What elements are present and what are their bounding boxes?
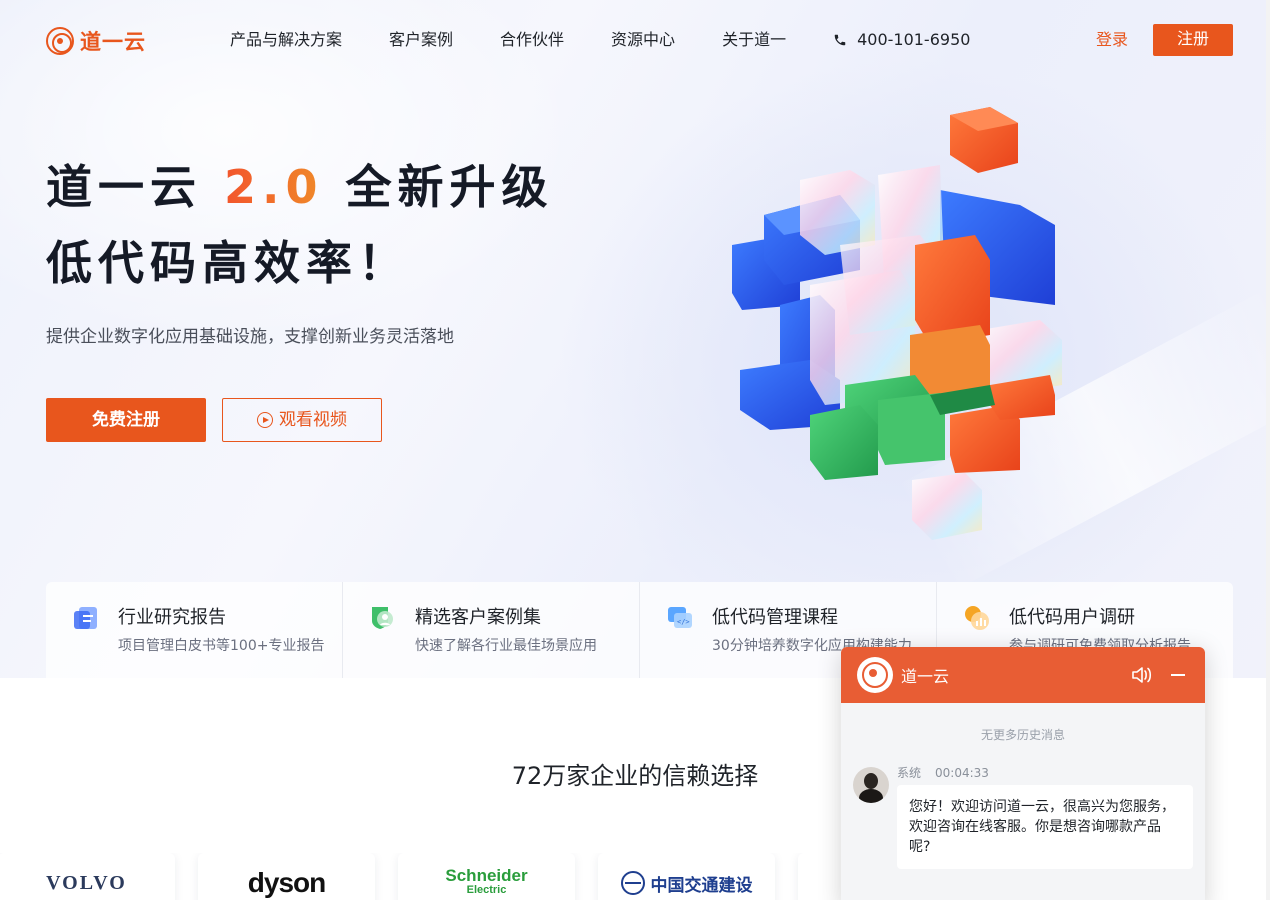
play-icon — [257, 412, 273, 428]
chat-message-meta: 系统 00:04:33 — [897, 764, 1003, 781]
logo-cccc-text: 中国交通建设 — [650, 875, 753, 896]
phone-icon — [834, 34, 846, 46]
top-header: 道一云 产品与解决方案 客户案例 合作伙伴 资源中心 关于道一 400-101-… — [0, 0, 1270, 80]
logo-volvo: VOLVO — [46, 871, 127, 894]
survey-icon — [965, 606, 989, 630]
chat-sender: 系统 — [897, 766, 922, 780]
feature-card-industry-report[interactable]: 行业研究报告 项目管理白皮书等100+专业报告 — [46, 582, 343, 678]
logo-cccc: 中国交通建设 — [620, 871, 753, 896]
feature-title: 低代码管理课程 — [712, 607, 838, 628]
course-icon: </> — [668, 607, 692, 628]
speaker-icon[interactable] — [1131, 665, 1153, 685]
feature-desc: 项目管理白皮书等100+专业报告 — [118, 638, 325, 654]
free-register-button[interactable]: 免费注册 — [46, 398, 206, 442]
nav-item-about[interactable]: 关于道一 — [722, 28, 786, 52]
chat-title: 道一云 — [901, 667, 950, 686]
nav-item-resources[interactable]: 资源中心 — [611, 28, 675, 52]
logo-dyson: dyson — [247, 867, 326, 898]
logo-schneider-sub: Electric — [466, 884, 507, 896]
nav-item-partners[interactable]: 合作伙伴 — [500, 28, 564, 52]
logo-card-volvo: VOLVO — [0, 853, 175, 900]
logo-card-schneider: Schneider Electric — [398, 853, 575, 900]
svg-text:</>: </> — [677, 618, 690, 626]
logo-text: 道一云 — [80, 31, 146, 54]
chat-message-bubble: 您好！欢迎访问道一云，很高兴为您服务，欢迎咨询在线客服。你是想咨询哪款产品呢? — [897, 785, 1193, 869]
cube-illustration — [732, 107, 1062, 540]
agent-avatar — [853, 767, 889, 803]
cccc-mark-icon — [620, 871, 645, 895]
hero-title-prefix: 道一云 — [46, 160, 225, 214]
page-scrollbar[interactable] — [1266, 0, 1270, 900]
logo-schneider-name: Schneider — [445, 866, 528, 885]
main-nav: 产品与解决方案 客户案例 合作伙伴 资源中心 关于道一 400-101-6950 — [230, 28, 970, 52]
nav-item-products[interactable]: 产品与解决方案 — [230, 28, 342, 52]
chat-history-hint: 无更多历史消息 — [980, 728, 1065, 742]
feature-card-customer-cases[interactable]: 精选客户案例集 快速了解各行业最佳场景应用 — [343, 582, 640, 678]
feature-title: 精选客户案例集 — [415, 607, 541, 628]
phone-number: 400-101-6950 — [857, 30, 971, 49]
logo-card-dyson: dyson — [198, 853, 375, 900]
feature-title: 低代码用户调研 — [1009, 607, 1135, 628]
chat-brand-avatar — [857, 657, 893, 693]
hero-title-version: 2.0 — [224, 160, 324, 214]
chat-widget: 道一云 无更多历史消息 系统 00:04:33 您好！欢迎访问道一云，很高兴为您服… — [841, 647, 1205, 900]
logo-card-cccc: 中国交通建设 — [598, 853, 775, 900]
hero-title-line2: 低代码高效率！ — [46, 236, 410, 290]
watch-video-label: 观看视频 — [279, 410, 347, 430]
logo-mark-icon — [46, 27, 74, 55]
minimize-icon[interactable] — [1169, 665, 1187, 685]
report-icon — [74, 607, 97, 629]
register-button[interactable]: 注册 — [1153, 24, 1233, 56]
login-link[interactable]: 登录 — [1096, 28, 1128, 52]
chat-header: 道一云 — [841, 647, 1205, 703]
brand-logo[interactable]: 道一云 — [46, 26, 146, 56]
hero-title: 道一云 2.0 全新升级 — [46, 150, 554, 224]
hero-subtitle: 提供企业数字化应用基础设施，支撑创新业务灵活落地 — [46, 327, 454, 347]
feature-title: 行业研究报告 — [118, 607, 226, 628]
nav-item-cases[interactable]: 客户案例 — [389, 28, 453, 52]
hero-section: 道一云 产品与解决方案 客户案例 合作伙伴 资源中心 关于道一 400-101-… — [0, 0, 1270, 678]
phone-contact[interactable]: 400-101-6950 — [833, 28, 970, 52]
cube-orange-top — [950, 107, 1018, 173]
chat-time: 00:04:33 — [935, 766, 989, 780]
logo-schneider: Schneider Electric — [445, 866, 528, 897]
hero-title-suffix: 全新升级 — [323, 160, 554, 214]
case-icon — [372, 607, 393, 629]
feature-desc: 快速了解各行业最佳场景应用 — [415, 638, 597, 654]
watch-video-button[interactable]: 观看视频 — [222, 398, 382, 442]
